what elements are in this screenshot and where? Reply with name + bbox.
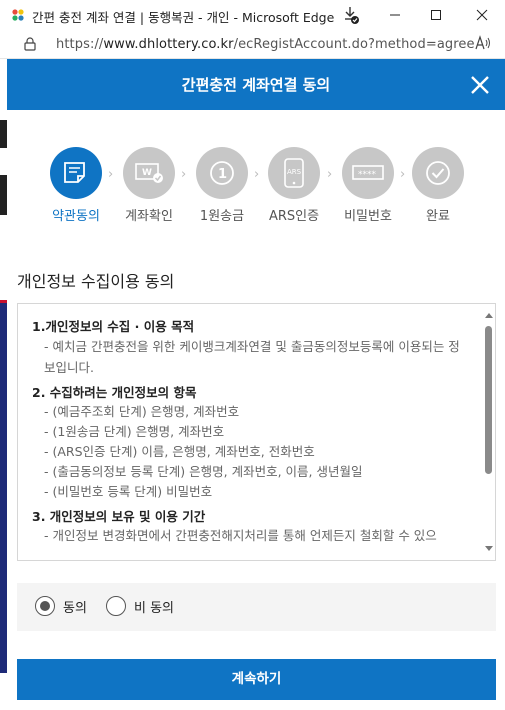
terms-item: - (1원송금 단계) 은행명, 계좌번호 <box>44 424 225 439</box>
document-icon <box>50 147 102 199</box>
terms-item: - (예금주조회 단계) 은행명, 계좌번호 <box>44 404 240 419</box>
background-page-glyph <box>0 120 7 148</box>
checkmark-icon <box>412 147 464 199</box>
password-icon: **** <box>342 147 394 199</box>
step-label: 약관동의 <box>52 209 100 224</box>
section-title: 개인정보 수집이용 동의 <box>17 272 175 291</box>
terms-item: - (ARS인증 단계) 이름, 은행명, 계좌번호, 전화번호 <box>44 444 315 459</box>
scroll-up-arrow-icon[interactable] <box>485 313 493 318</box>
maximize-icon <box>431 10 441 20</box>
address-bar[interactable]: https://www.dhlottery.co.kr/ecRegistAcco… <box>0 30 505 59</box>
minimize-button[interactable] <box>375 0 415 30</box>
popup-title: 간편충전 계좌연결 동의 <box>181 76 331 94</box>
browser-title-bar: 간편 충전 계좌 연결 | 동행복권 - 개인 - Microsoft Edge <box>0 0 505 30</box>
ars-phone-icon: ARS <box>268 147 320 199</box>
window-title: 간편 충전 계좌 연결 | 동행복권 - 개인 - Microsoft Edge <box>32 10 335 25</box>
window-close-button[interactable] <box>462 0 502 30</box>
one-won-icon: 1 <box>196 147 248 199</box>
background-page-glyph <box>0 175 7 215</box>
svg-text:****: **** <box>358 170 377 180</box>
step-one-won-transfer: 1 1원송금 <box>187 147 257 224</box>
terms-text: - 예치금 간편충전을 위한 케이뱅크계좌연결 및 출금동의정보등록에 이용되는… <box>44 339 460 375</box>
progress-steps: 약관동의 › W 계좌확인 › 1 1원송금 › ARS ARS인증 › ***… <box>7 147 505 227</box>
account-link-popup: 간편충전 계좌연결 동의 약관동의 › W 계좌확인 › 1 1원송금 › AR… <box>7 59 505 710</box>
radio-selected-icon[interactable] <box>35 596 55 616</box>
step-arrow-icon: › <box>181 167 187 182</box>
step-account-check: W 계좌확인 <box>114 147 184 224</box>
step-label: 비밀번호 <box>344 209 392 224</box>
svg-text:ARS: ARS <box>287 168 302 176</box>
lottery-favicon-icon <box>12 9 24 21</box>
account-check-icon: W <box>123 147 175 199</box>
step-password: **** 비밀번호 <box>333 147 403 224</box>
terms-text: - 개인정보 변경화면에서 간편충전해지처리를 통해 언제든지 철회할 수 있으 <box>44 528 437 543</box>
terms-item: - (비밀번호 등록 단계) 비밀번호 <box>44 484 213 499</box>
step-label: 계좌확인 <box>125 209 173 224</box>
step-complete: 완료 <box>403 147 473 224</box>
maximize-button[interactable] <box>416 0 456 30</box>
svg-text:1: 1 <box>218 167 227 182</box>
continue-button[interactable]: 계속하기 <box>17 659 496 700</box>
terms-item: - (출금동의정보 등록 단계) 은행명, 계좌번호, 이름, 생년월일 <box>44 464 363 479</box>
background-page-panel <box>0 303 7 673</box>
step-label: 완료 <box>426 209 450 224</box>
agree-label: 동의 <box>63 600 87 616</box>
terms-heading: 2. 수집하려는 개인정보의 항목 <box>32 385 197 400</box>
agree-radio[interactable]: 동의 <box>35 596 87 616</box>
radio-unselected-icon[interactable] <box>106 596 126 616</box>
lock-icon[interactable] <box>24 37 36 51</box>
step-ars-auth: ARS ARS인증 <box>259 147 329 224</box>
download-icon[interactable] <box>344 5 362 25</box>
popup-close-icon[interactable] <box>467 72 493 98</box>
terms-heading: 1.개인정보의 수집 · 이용 목적 <box>32 319 195 334</box>
svg-text:W: W <box>142 168 152 178</box>
step-arrow-icon: › <box>327 167 333 182</box>
terms-content: 1.개인정보의 수집 · 이용 목적 - 예치금 간편충전을 위한 케이뱅크계좌… <box>18 304 480 560</box>
scrollbar-thumb[interactable] <box>485 326 492 474</box>
close-icon <box>476 9 488 21</box>
step-terms-agree: 약관동의 <box>41 147 111 224</box>
scroll-down-arrow-icon[interactable] <box>485 546 493 551</box>
terms-scrollbar[interactable] <box>481 304 495 560</box>
disagree-radio[interactable]: 비 동의 <box>106 596 174 616</box>
read-aloud-icon[interactable] <box>474 35 492 51</box>
url-text[interactable]: https://www.dhlottery.co.kr/ecRegistAcco… <box>56 37 475 52</box>
terms-heading: 3. 개인정보의 보유 및 이용 기간 <box>32 509 206 524</box>
minimize-icon <box>390 14 400 16</box>
step-label: ARS인증 <box>268 209 320 224</box>
terms-scroll-box[interactable]: 1.개인정보의 수집 · 이용 목적 - 예치금 간편충전을 위한 케이뱅크계좌… <box>17 303 496 561</box>
step-arrow-icon: › <box>108 167 114 182</box>
agree-options: 동의 비 동의 <box>17 583 496 631</box>
popup-header: 간편충전 계좌연결 동의 <box>7 59 505 110</box>
step-label: 1원송금 <box>199 209 245 224</box>
disagree-label: 비 동의 <box>134 600 175 616</box>
